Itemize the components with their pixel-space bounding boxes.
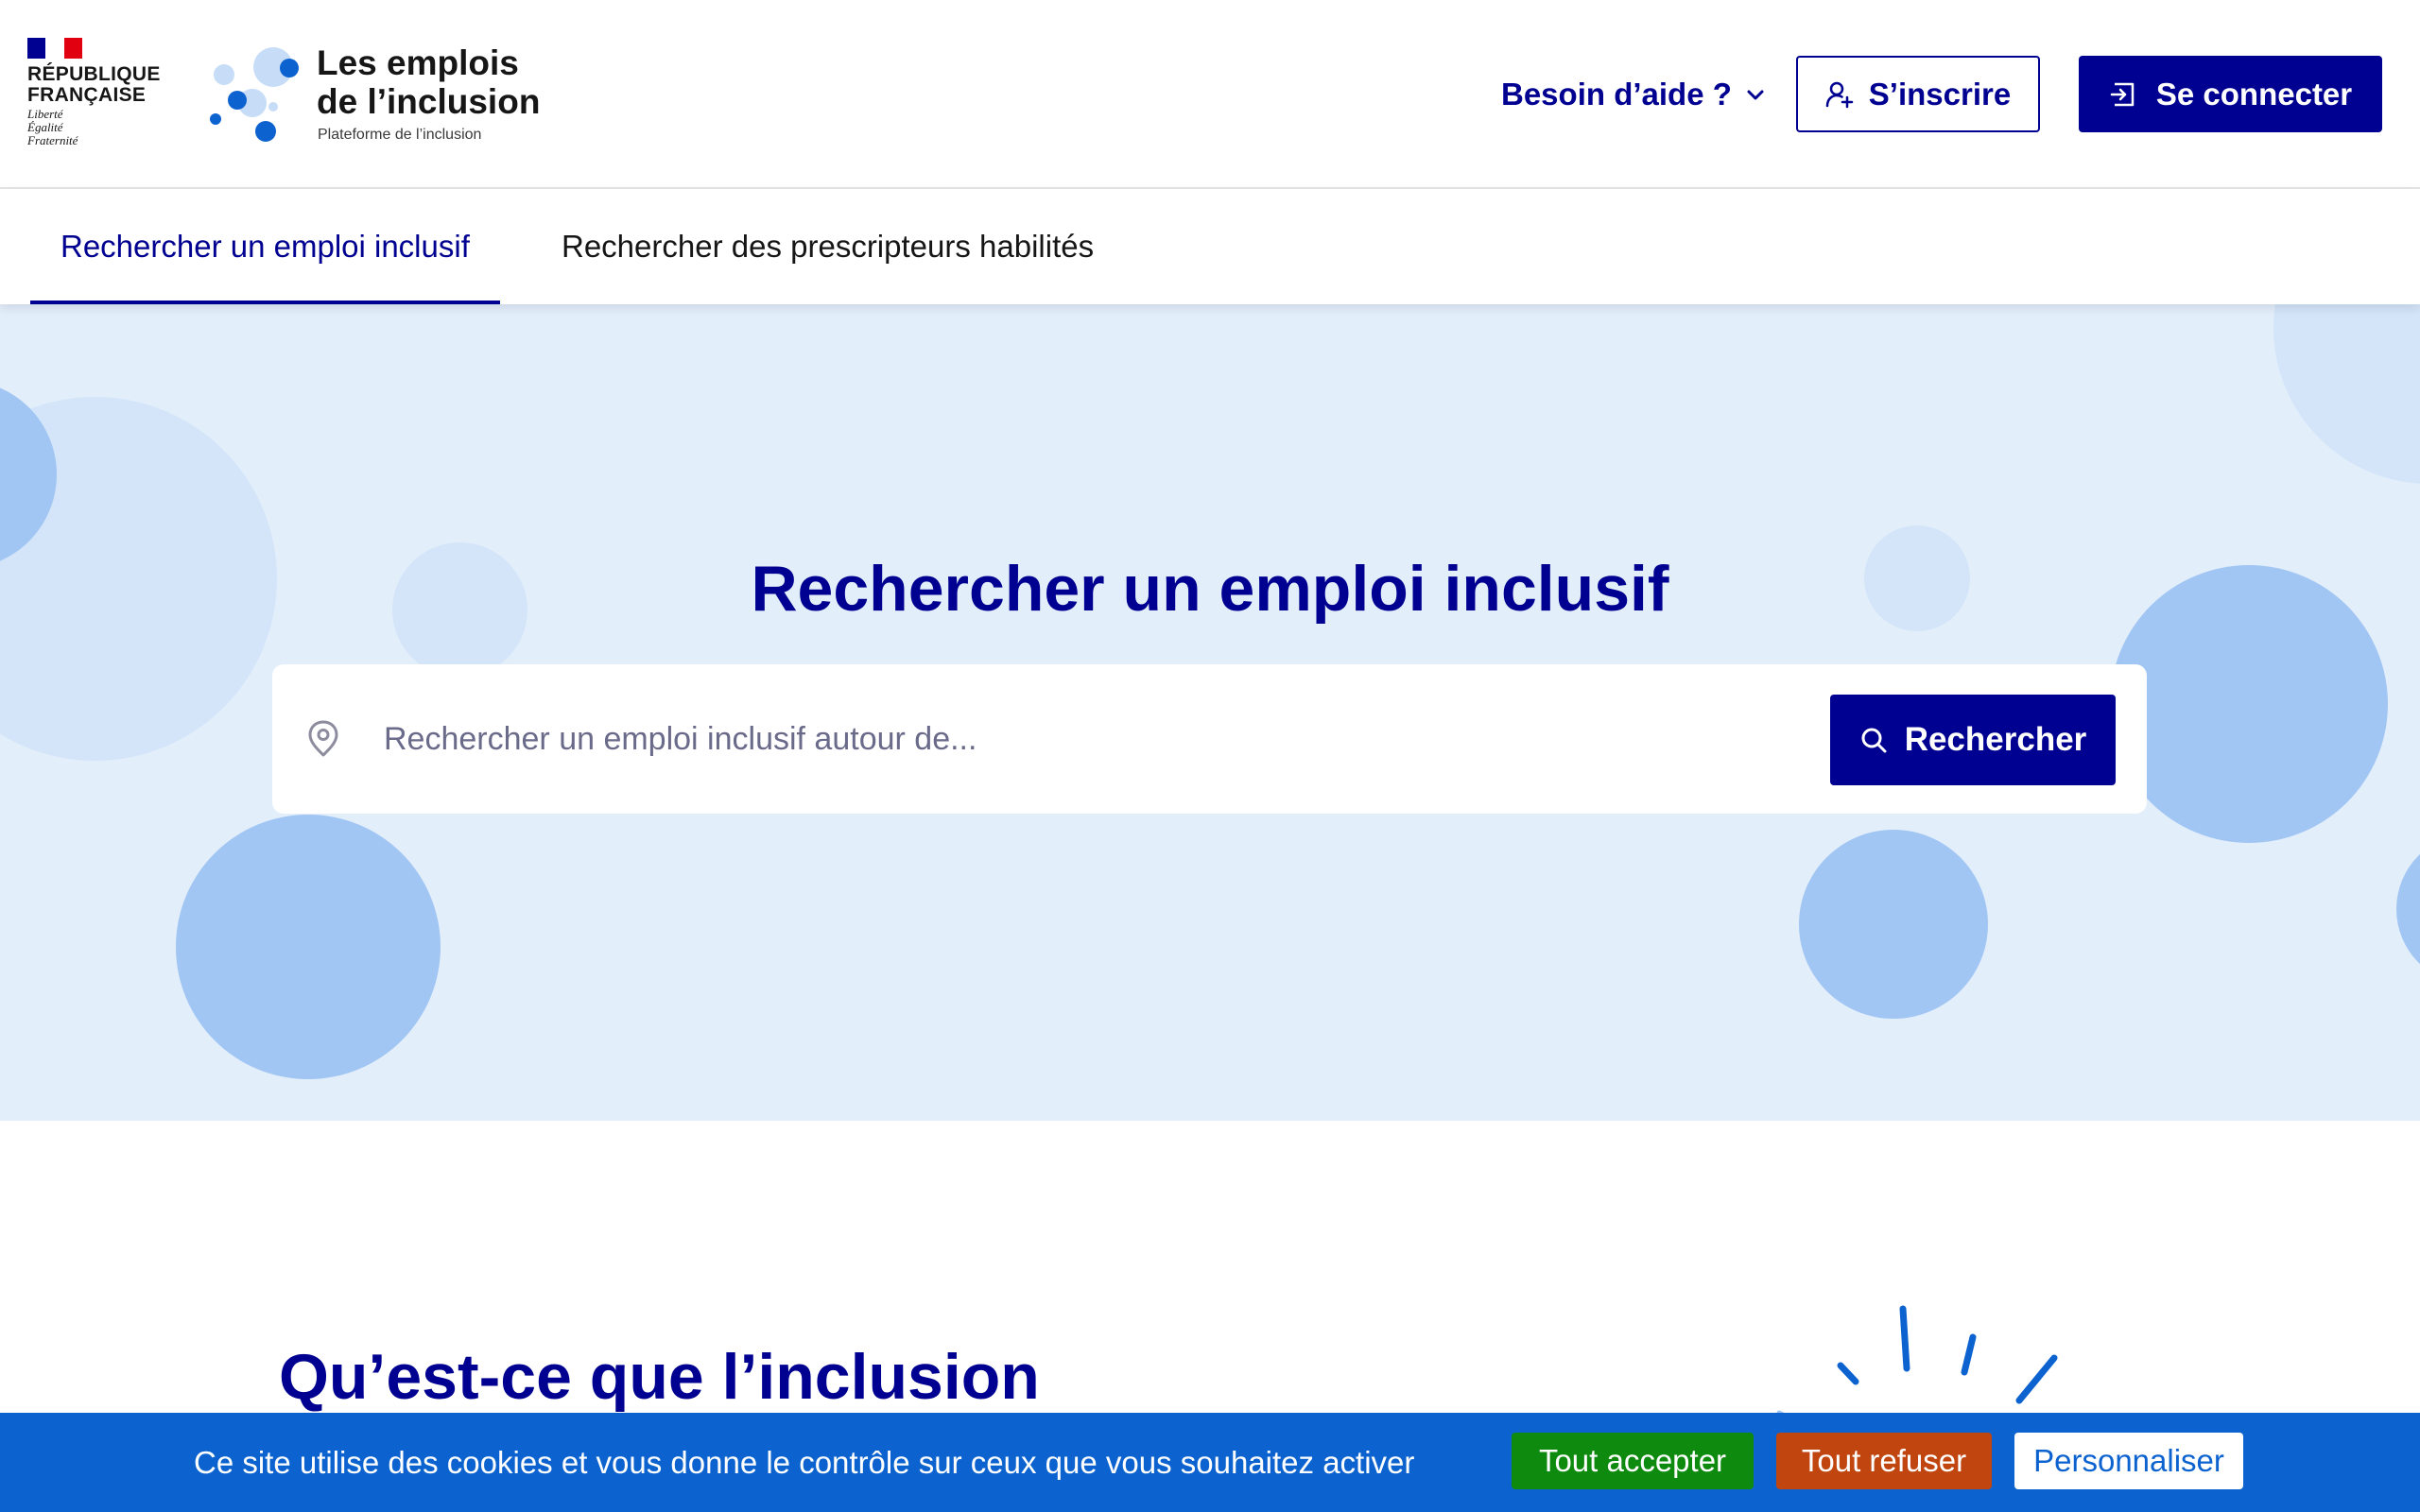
brand-subtitle: Plateforme de l’inclusion [318, 127, 482, 143]
login-button[interactable]: Se connecter [2079, 56, 2382, 132]
accept-all-cookies-button[interactable]: Tout accepter [1512, 1433, 1754, 1489]
chevron-down-icon [1747, 90, 1764, 100]
customize-cookies-button[interactable]: Personnaliser [2014, 1433, 2243, 1489]
cookie-message: Ce site utilise des cookies et vous donn… [194, 1444, 1415, 1480]
hero-search-section: Rechercher un emploi inclusif Rechercher [0, 304, 2420, 1121]
help-menu-label: Besoin d’aide ? [1501, 77, 1732, 112]
login-icon [2110, 82, 2135, 106]
search-form: Rechercher [272, 664, 2147, 814]
brand-bubbles-icon [208, 43, 302, 147]
section-title: Qu’est-ce que l’inclusion [279, 1341, 1040, 1413]
search-icon [1861, 728, 1887, 753]
signup-label: S’inscrire [1868, 76, 2012, 112]
republique-francaise-name: RÉPUBLIQUE FRANÇAISE [27, 63, 161, 106]
brand-title: Les emplois de l’inclusion [317, 43, 541, 121]
search-button[interactable]: Rechercher [1830, 695, 2116, 785]
search-tabs: Rechercher un emploi inclusif Rechercher… [0, 189, 2420, 304]
cookie-banner: Ce site utilise des cookies et vous donn… [0, 1413, 2420, 1512]
hero-title: Rechercher un emploi inclusif [751, 553, 1669, 625]
location-search-input[interactable] [384, 696, 1518, 782]
site-brand[interactable]: Les emplois de l’inclusion Plateforme de… [208, 43, 548, 147]
decorative-bubble [1799, 830, 1988, 1019]
decorative-bubble [2396, 833, 2420, 985]
search-button-label: Rechercher [1904, 721, 2087, 758]
decorative-bubble [176, 815, 441, 1079]
tab-label: Rechercher des prescripteurs habilités [562, 229, 1095, 264]
user-add-icon [1825, 81, 1854, 108]
tab-label: Rechercher un emploi inclusif [60, 229, 470, 264]
republique-francaise-logo[interactable]: RÉPUBLIQUE FRANÇAISE Liberté Égalité Fra… [27, 38, 160, 151]
login-label: Se connecter [2155, 76, 2353, 112]
decorative-bubble [2273, 304, 2420, 484]
refuse-all-cookies-button[interactable]: Tout refuser [1776, 1433, 1992, 1489]
french-flag-icon [27, 38, 82, 59]
signup-button[interactable]: S’inscrire [1796, 56, 2040, 132]
site-header: RÉPUBLIQUE FRANÇAISE Liberté Égalité Fra… [0, 0, 2420, 189]
tab-search-prescribers[interactable]: Rechercher des prescripteurs habilités [531, 189, 1124, 304]
republique-motto: Liberté Égalité Fraternité [27, 107, 78, 147]
map-pin-icon [308, 720, 338, 757]
tab-search-job[interactable]: Rechercher un emploi inclusif [30, 189, 500, 304]
help-menu-button[interactable]: Besoin d’aide ? [1501, 74, 1766, 115]
